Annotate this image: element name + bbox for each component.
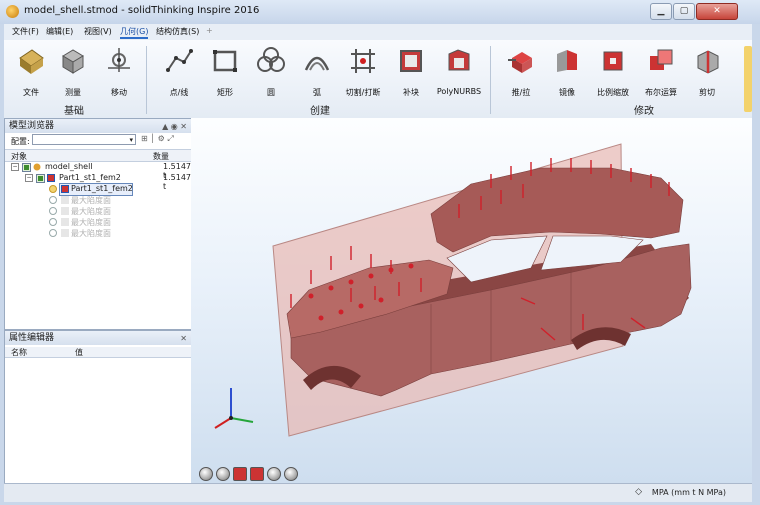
fit-view-icon[interactable]: [284, 467, 298, 481]
load-case-icon: [61, 196, 69, 204]
selection-radio[interactable]: [49, 218, 57, 226]
property-editor-title: 属性编辑器: [9, 333, 55, 343]
polynurbs-button[interactable]: PolyNURBS: [436, 44, 482, 102]
tree-row-load-case[interactable]: 最大陷度面: [5, 195, 191, 206]
ribbon-scroll-handle[interactable]: [744, 46, 752, 112]
patch-button[interactable]: 补块: [388, 44, 434, 102]
car-shell-model[interactable]: [191, 118, 752, 483]
move-button[interactable]: 移动: [96, 44, 142, 102]
model-browser-panel: 模型浏览器 ▲ ◉ ✕ 配置: ▾ ⊞ │ ⚙ ⤢ 对象 数量 − model_…: [4, 118, 192, 330]
cut-break-button[interactable]: 切割/打断: [340, 44, 386, 102]
tree-row-load-case[interactable]: 最大陷度面: [5, 228, 191, 239]
patch-icon: [400, 50, 422, 72]
polynurbs-icon: [448, 49, 470, 71]
file-icon: [19, 49, 44, 74]
column-name: 名称: [11, 348, 27, 357]
push-pull-icon: [508, 52, 532, 73]
maximize-button[interactable]: ▢: [673, 3, 695, 20]
panel-pin-close-icons[interactable]: ▲ ◉ ✕: [162, 120, 187, 134]
selection-radio[interactable]: [49, 207, 57, 215]
config-label: 配置:: [11, 137, 30, 146]
zoom-icon[interactable]: [267, 467, 281, 481]
load-case-icon: [61, 229, 69, 237]
menu-edit[interactable]: 编辑(E): [46, 26, 73, 37]
cut-break-icon: [351, 49, 375, 73]
model-browser-header: 模型浏览器 ▲ ◉ ✕: [5, 119, 191, 133]
tree-row-selected-part[interactable]: Part1_st1_fem2: [5, 183, 191, 196]
scale-button[interactable]: 比例缩放: [590, 44, 636, 102]
display-mode-icon[interactable]: [233, 467, 247, 481]
scale-icon: [603, 51, 623, 71]
modeling-viewport[interactable]: [191, 118, 752, 483]
tree-column-header: 对象 数量: [5, 149, 191, 162]
visibility-checkbox[interactable]: [36, 174, 45, 183]
model-icon: [33, 163, 41, 171]
menu-structural-simulation[interactable]: 结构仿真(S): [156, 26, 199, 37]
load-case-icon: [61, 218, 69, 226]
arc-icon: [304, 56, 330, 71]
tree-row-model[interactable]: − model_shell 1.5147 t: [5, 162, 191, 180]
snap-diamond-icon[interactable]: ◇: [635, 487, 642, 497]
add-tab-button[interactable]: +: [206, 26, 213, 35]
property-editor-header: 属性编辑器 ✕: [5, 331, 191, 345]
boolean-icon: [650, 49, 673, 70]
group-create-label: 创建: [310, 106, 330, 117]
config-dropdown[interactable]: ▾: [32, 134, 136, 145]
minimize-button[interactable]: ▁: [650, 3, 672, 20]
selection-radio[interactable]: [49, 185, 57, 193]
visibility-checkbox[interactable]: [22, 163, 31, 172]
selection-radio[interactable]: [49, 196, 57, 204]
axis-triad: [214, 388, 254, 429]
title-bar: model_shell.stmod - solidThinking Inspir…: [0, 0, 760, 24]
status-bar: ◇ MPA (mm t N MPa): [4, 483, 752, 502]
pan-view-icon[interactable]: [216, 467, 230, 481]
config-tool-icons[interactable]: ⊞ │ ⚙ ⤢: [141, 134, 174, 144]
collapse-icon[interactable]: −: [11, 163, 19, 171]
point-line-icon: [166, 49, 193, 72]
menu-view[interactable]: 视图(V): [84, 26, 112, 37]
circle-icon: [257, 47, 285, 72]
collapse-icon[interactable]: −: [25, 174, 33, 182]
menu-geometry[interactable]: 几何(G): [120, 26, 149, 39]
property-column-header: 名称 值: [5, 347, 191, 358]
group-basic-label: 基础: [64, 106, 84, 117]
column-quantity: 数量: [153, 152, 169, 161]
close-icon[interactable]: ✕: [180, 332, 187, 346]
rotate-view-icon[interactable]: [199, 467, 213, 481]
part-icon: [61, 185, 69, 193]
application-window: model_shell.stmod - solidThinking Inspir…: [0, 0, 760, 505]
mirror-icon: [557, 50, 577, 72]
menu-file[interactable]: 文件(F): [12, 26, 39, 37]
column-value: 值: [75, 348, 83, 357]
unit-system-selector[interactable]: MPA (mm t N MPa): [652, 488, 726, 497]
rectangle-icon: [213, 50, 237, 72]
tree-row-load-case[interactable]: 最大陷度面: [5, 217, 191, 228]
column-object: 对象: [11, 152, 27, 161]
trim-icon: [697, 50, 719, 74]
move-icon: [108, 48, 130, 72]
app-logo-icon: [6, 5, 19, 18]
model-browser-title: 模型浏览器: [9, 121, 55, 131]
window-title: model_shell.stmod - solidThinking Inspir…: [24, 5, 260, 16]
measure-icon: [62, 49, 84, 74]
group-modify-label: 修改: [634, 106, 654, 117]
trim-button[interactable]: 剪切: [684, 44, 730, 102]
view-controls-toolbar: [199, 467, 301, 481]
tree-row-load-case[interactable]: 最大陷度面: [5, 206, 191, 217]
menu-bar: 文件(F) 编辑(E) 视图(V) 几何(G) 结构仿真(S) +: [4, 24, 752, 40]
property-editor-panel: 属性编辑器 ✕ 名称 值: [4, 330, 192, 484]
close-button[interactable]: ✕: [696, 3, 738, 20]
load-case-icon: [61, 207, 69, 215]
ribbon-toolbar: 文件 测量 移动 基础 点/线 矩形 圆 弧 切割/打断 补块 PolyNURB…: [4, 40, 752, 119]
section-view-icon[interactable]: [250, 467, 264, 481]
part-icon: [47, 174, 55, 182]
selection-radio[interactable]: [49, 229, 57, 237]
